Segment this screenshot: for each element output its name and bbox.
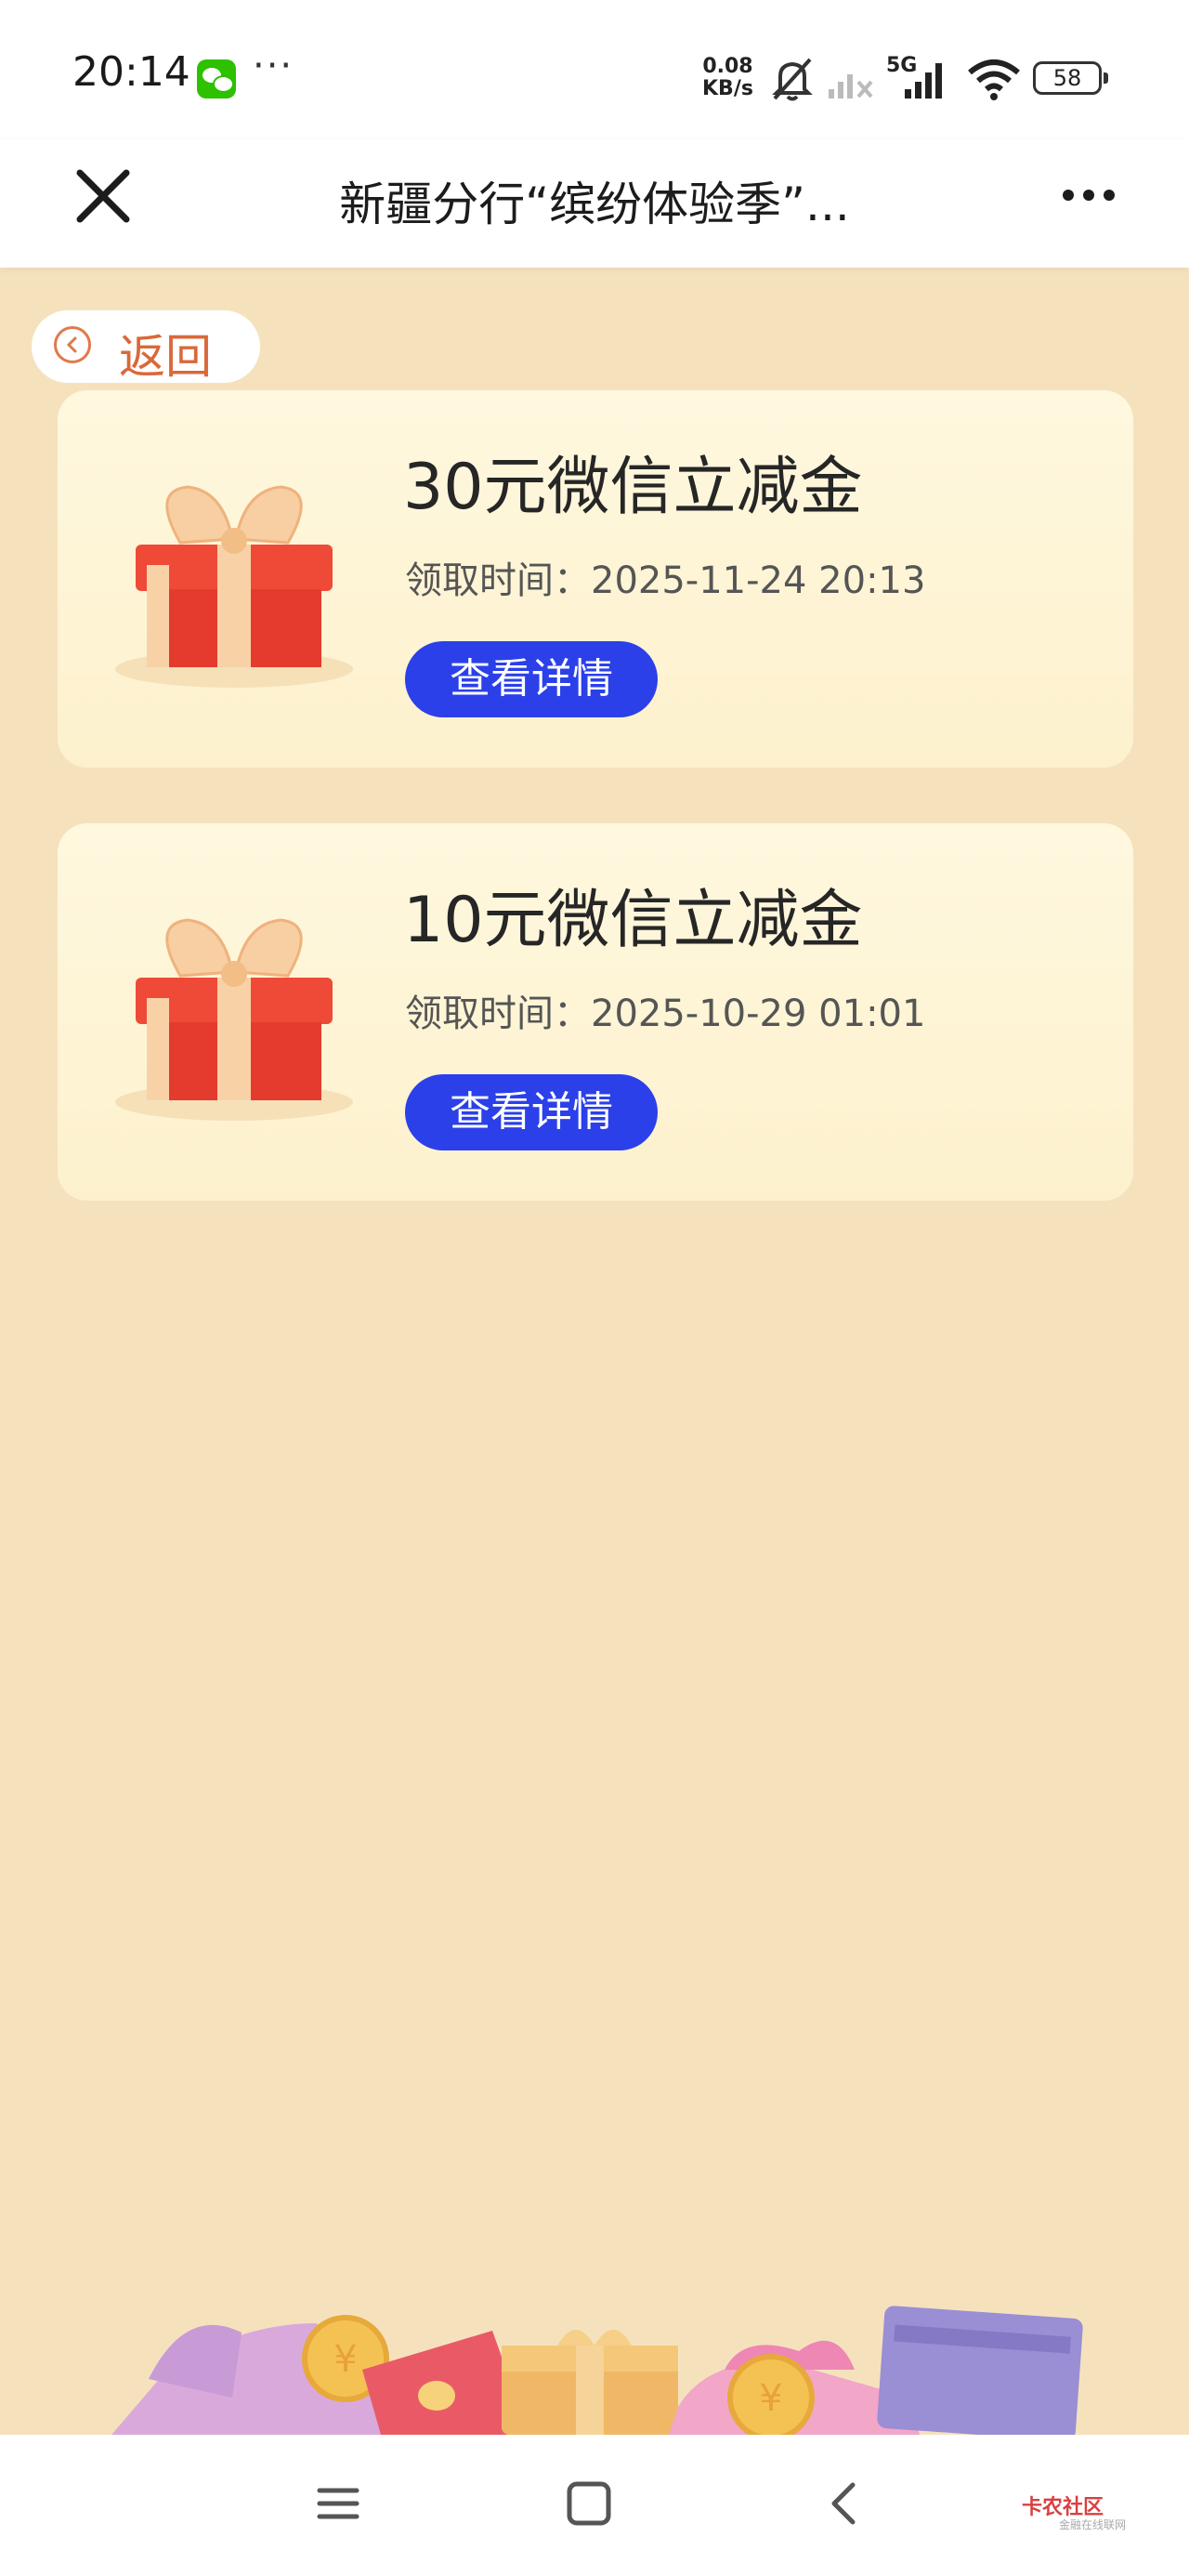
home-icon[interactable] bbox=[565, 2479, 613, 2528]
wifi-icon bbox=[968, 59, 1020, 100]
nav-bar: 新疆分行“缤纷体验季”... bbox=[0, 139, 1189, 268]
back-label: 返回 bbox=[119, 330, 212, 384]
network-speed: 0.08 KB/s bbox=[702, 56, 753, 100]
back-icon[interactable] bbox=[821, 2479, 869, 2528]
more-notifications-icon: ··· bbox=[253, 45, 294, 87]
view-details-button[interactable]: 查看详情 bbox=[405, 1074, 658, 1150]
menu-icon[interactable] bbox=[314, 2479, 362, 2528]
coupon-claim-time: 领取时间：2025-10-29 01:01 bbox=[405, 992, 926, 1035]
coupon-card: 30元微信立减金 领取时间：2025-11-24 20:13 查看详情 bbox=[58, 390, 1133, 768]
coupon-claim-time: 领取时间：2025-11-24 20:13 bbox=[405, 559, 926, 602]
view-details-button[interactable]: 查看详情 bbox=[405, 641, 658, 717]
page-title: 新疆分行“缤纷体验季”... bbox=[339, 177, 850, 231]
coupon-card: 10元微信立减金 领取时间：2025-10-29 01:01 查看详情 bbox=[58, 823, 1133, 1201]
signal-off-icon bbox=[829, 74, 873, 99]
status-time: 20:14 bbox=[72, 48, 190, 96]
signal-icon bbox=[905, 63, 942, 99]
network-speed-unit: KB/s bbox=[702, 77, 753, 100]
gifts-decoration: ¥ ¥ bbox=[111, 2306, 1083, 2435]
svg-text:¥: ¥ bbox=[759, 2377, 782, 2420]
gift-box-icon bbox=[115, 485, 353, 688]
mute-bell-icon bbox=[772, 58, 813, 101]
coupon-title: 30元微信立减金 bbox=[403, 451, 863, 524]
watermark-subtitle: 金融在线联网 bbox=[1059, 2518, 1127, 2531]
more-icon[interactable] bbox=[1059, 177, 1118, 214]
gift-box-icon bbox=[115, 918, 353, 1121]
network-speed-value: 0.08 bbox=[702, 55, 753, 78]
coupon-title: 10元微信立减金 bbox=[403, 884, 863, 957]
svg-text:¥: ¥ bbox=[333, 2338, 357, 2381]
battery-icon: 58 bbox=[1033, 61, 1108, 95]
system-nav-bar: 卡农社区 金融在线联网 bbox=[0, 2435, 1189, 2576]
back-button[interactable]: 返回 bbox=[32, 310, 260, 384]
chevron-left-icon bbox=[54, 326, 91, 363]
wechat-icon bbox=[197, 59, 236, 99]
status-bar: 20:14 ··· 0.08 KB/s 5G 58 bbox=[0, 0, 1189, 139]
